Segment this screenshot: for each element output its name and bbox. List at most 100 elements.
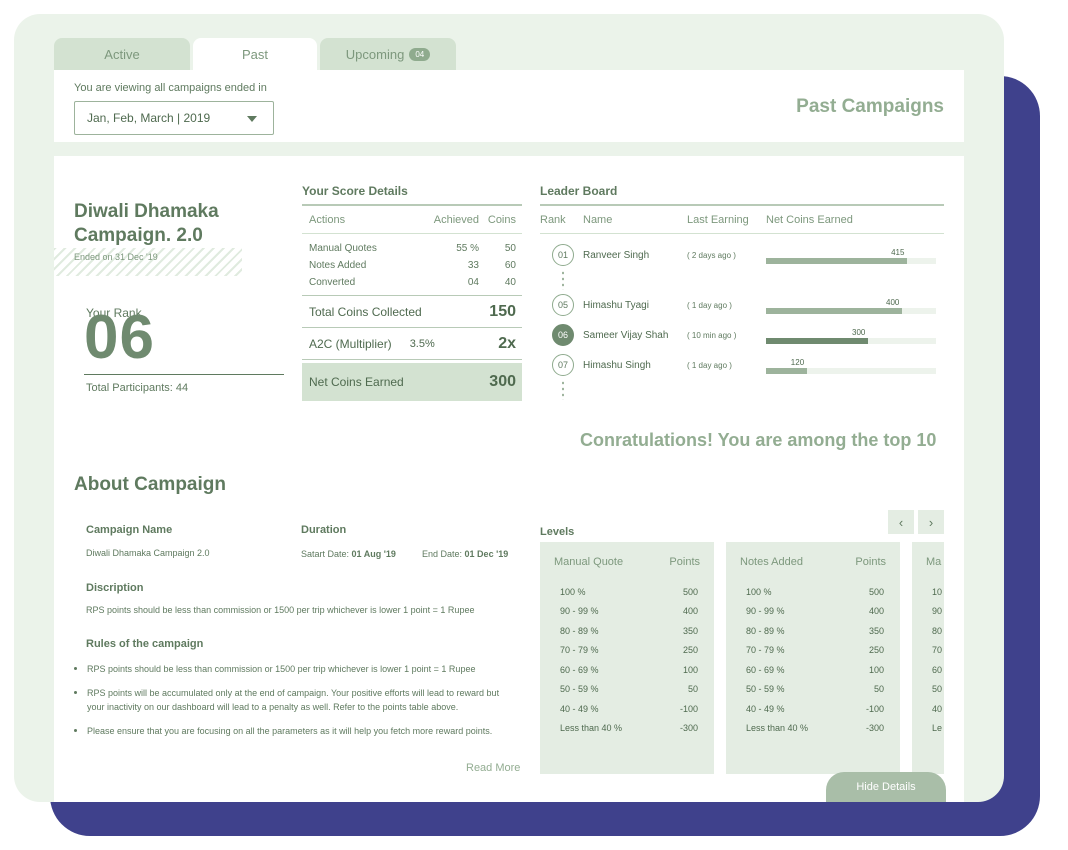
score-details: Your Score Details Actions Achieved Coin… bbox=[302, 184, 522, 401]
level-row: 90 - 99 % 400 bbox=[740, 602, 886, 622]
level-row: 40 - 49 % -100 bbox=[554, 699, 700, 719]
next-button[interactable]: › bbox=[918, 510, 944, 534]
level-range: 70 - 79 % bbox=[746, 645, 785, 656]
level-card-header: Manual Quote Points bbox=[554, 556, 700, 568]
level-points: -100 bbox=[865, 703, 884, 714]
level-card-header: Notes Added Points bbox=[740, 556, 886, 568]
level-range: 90 - 99 % bbox=[560, 606, 599, 617]
description-text: RPS points should be less than commissio… bbox=[86, 605, 475, 615]
score-action: Manual Quotes bbox=[309, 243, 377, 254]
level-points: -100 bbox=[679, 703, 698, 714]
level-points: -300 bbox=[865, 723, 884, 734]
coins-bar-track bbox=[766, 258, 936, 264]
level-points: 400 bbox=[682, 606, 698, 617]
level-range: 60 - 69 % bbox=[560, 664, 599, 675]
level-card-partial: Ma 10 90 80 70 60 50 40 Le bbox=[912, 542, 944, 774]
table-row: Converted 04 40 bbox=[302, 274, 522, 291]
filter-label: You are viewing all campaigns ended in bbox=[74, 82, 267, 94]
tab-past[interactable]: Past bbox=[193, 38, 317, 70]
rank-badge: 01 bbox=[552, 244, 574, 266]
score-achieved: 04 bbox=[467, 277, 479, 288]
level-range: 70 bbox=[932, 645, 943, 656]
last-earning: ( 1 day ago ) bbox=[687, 300, 732, 310]
campaign-ended-date: Ended on 31 Dec '19 bbox=[74, 252, 158, 262]
net-coins-label: Net Coins Earned bbox=[309, 375, 404, 389]
tab-upcoming-label: Upcoming bbox=[345, 46, 405, 62]
campaign-title: Diwali Dhamaka Campaign. 2.0 bbox=[74, 200, 264, 248]
level-range: 40 bbox=[932, 703, 943, 714]
level-range: 70 - 79 % bbox=[560, 645, 599, 656]
level-range: 80 - 89 % bbox=[560, 625, 599, 636]
chevron-left-icon: ‹ bbox=[898, 514, 904, 530]
level-row: 90 bbox=[926, 602, 944, 622]
header-coins: Coins bbox=[487, 214, 516, 226]
level-row: 100 % 500 bbox=[554, 582, 700, 602]
rank-badge: 05 bbox=[552, 294, 574, 316]
level-points: 50 bbox=[687, 684, 698, 695]
level-row: 60 bbox=[926, 660, 944, 680]
level-row: 40 - 49 % -100 bbox=[740, 699, 886, 719]
level-range: 60 - 69 % bbox=[746, 664, 785, 675]
header-name: Name bbox=[583, 214, 613, 226]
header-actions: Actions bbox=[309, 214, 346, 226]
leaderboard-row: 01 Ranveer Singh ( 2 days ago ) 415 bbox=[540, 240, 944, 270]
coins-bar bbox=[766, 368, 807, 374]
level-points: 350 bbox=[682, 625, 698, 636]
score-table-header: Actions Achieved Coins bbox=[302, 204, 522, 234]
level-points: 500 bbox=[682, 586, 698, 597]
last-earning: ( 1 day ago ) bbox=[687, 360, 732, 370]
participant-name: Himashu Singh bbox=[583, 359, 651, 371]
level-card-name: Manual Quote bbox=[554, 556, 624, 568]
level-card-name: Notes Added bbox=[740, 556, 803, 568]
participant-name: Himashu Tyagi bbox=[583, 299, 649, 311]
duration-label: Duration bbox=[301, 524, 347, 536]
prev-button[interactable]: ‹ bbox=[888, 510, 914, 534]
last-earning: ( 2 days ago ) bbox=[687, 250, 736, 260]
level-row: 10 bbox=[926, 582, 944, 602]
level-range: 90 bbox=[932, 606, 943, 617]
level-card-points-label: Points bbox=[669, 556, 700, 568]
level-card-name: Ma bbox=[926, 556, 942, 568]
level-row: 50 - 59 % 50 bbox=[554, 680, 700, 700]
ellipsis-dots bbox=[562, 380, 564, 400]
net-coins-value: 300 bbox=[489, 373, 516, 390]
start-date: Satart Date: 01 Aug '19 bbox=[301, 549, 396, 559]
hide-details-button[interactable]: Hide Details bbox=[826, 772, 946, 802]
coins-bar-track bbox=[766, 338, 936, 344]
campaign-title-line2: Campaign. 2.0 bbox=[74, 225, 203, 246]
level-row: 100 % 500 bbox=[740, 582, 886, 602]
multiplier-value: 2x bbox=[498, 334, 516, 352]
page-title: Past Campaigns bbox=[796, 96, 944, 117]
tab-active[interactable]: Active bbox=[54, 38, 190, 70]
filter-panel: You are viewing all campaigns ended in J… bbox=[54, 70, 964, 142]
level-points: -300 bbox=[679, 723, 698, 734]
leader-board-header: Rank Name Last Earning Net Coins Earned bbox=[540, 204, 944, 234]
leader-board: Leader Board Rank Name Last Earning Net … bbox=[540, 184, 944, 450]
coins-bar-label: 400 bbox=[886, 298, 900, 307]
period-select[interactable]: Jan, Feb, March | 2019 bbox=[74, 101, 274, 135]
level-card-header: Ma bbox=[926, 556, 944, 568]
level-points: 50 bbox=[873, 684, 884, 695]
header-net-coins: Net Coins Earned bbox=[766, 214, 853, 226]
levels-carousel: Manual Quote Points 100 % 500 90 - 99 % 40… bbox=[540, 542, 944, 774]
rank-number: 06 bbox=[84, 303, 155, 372]
tab-upcoming[interactable]: Upcoming 04 bbox=[320, 38, 456, 70]
end-date: End Date: 01 Dec '19 bbox=[422, 549, 508, 559]
description-label: Discription bbox=[86, 582, 144, 594]
score-details-title: Your Score Details bbox=[302, 184, 408, 198]
level-row: 90 - 99 % 400 bbox=[554, 602, 700, 622]
score-action: Notes Added bbox=[309, 260, 367, 271]
level-range: 90 - 99 % bbox=[746, 606, 785, 617]
rules-label: Rules of the campaign bbox=[86, 638, 204, 650]
score-action: Converted bbox=[309, 277, 356, 288]
score-achieved: 33 bbox=[467, 260, 479, 271]
level-row: 70 bbox=[926, 641, 944, 661]
level-row: 80 - 89 % 350 bbox=[740, 621, 886, 641]
level-range: 50 bbox=[932, 684, 943, 695]
level-range: Less than 40 % bbox=[560, 723, 623, 734]
multiplier-row: A2C (Multiplier) 3.5% 2x bbox=[302, 328, 522, 360]
multiplier-label: A2C (Multiplier) bbox=[309, 336, 392, 351]
coins-bar-track bbox=[766, 368, 936, 374]
read-more-link[interactable]: Read More bbox=[466, 762, 520, 774]
rank-divider bbox=[84, 374, 284, 375]
